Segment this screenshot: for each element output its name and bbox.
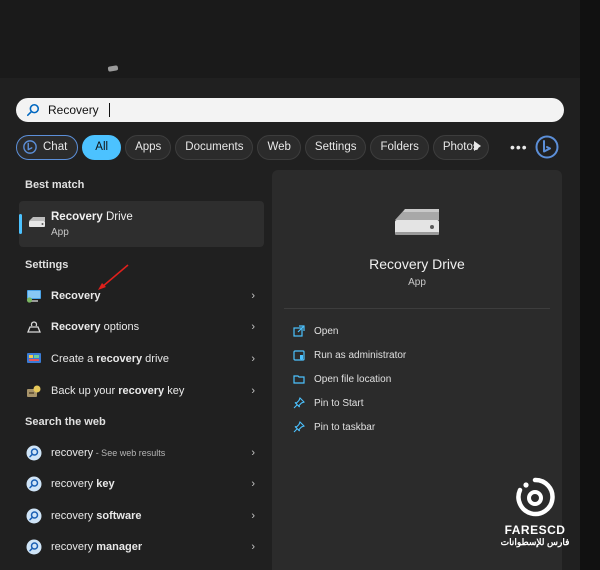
chevron-right-icon: › [251, 321, 255, 333]
chat-filter-button[interactable]: Chat [16, 134, 79, 160]
all-filter-button[interactable]: All [82, 134, 122, 160]
bing-icon[interactable] [535, 135, 559, 159]
chevron-right-icon: › [251, 447, 255, 459]
web-search-icon [25, 538, 43, 556]
screen-edge [580, 0, 600, 570]
more-options-icon[interactable]: ••• [510, 139, 528, 155]
open-icon [292, 324, 306, 338]
control-panel-icon [25, 350, 43, 368]
web-result-label: recovery manager [51, 541, 143, 553]
settings-item-label: Recovery [51, 290, 101, 302]
search-box[interactable] [16, 98, 564, 122]
folders-filter-button[interactable]: Folders [370, 134, 429, 160]
search-icon [26, 103, 40, 117]
drive-icon [29, 217, 45, 227]
chevron-right-icon: › [251, 385, 255, 397]
annotation-arrow-icon [98, 264, 129, 290]
documents-filter-label: Documents [185, 141, 244, 153]
action-label: Open [314, 325, 339, 337]
chevron-right-icon: › [251, 541, 255, 553]
recovery-options-icon [25, 318, 43, 336]
key-icon [25, 382, 43, 400]
action-label: Run as administrator [314, 349, 407, 361]
folders-filter-label: Folders [380, 141, 419, 153]
divider [284, 308, 550, 309]
folder-icon [292, 372, 306, 386]
documents-filter-button[interactable]: Documents [175, 134, 254, 160]
web-filter-label: Web [267, 141, 291, 153]
pin-icon [292, 396, 306, 410]
action-run-as-admin[interactable]: Run as administrator [292, 346, 406, 364]
action-open[interactable]: Open [292, 322, 338, 340]
settings-item-label: Create a recovery drive [51, 353, 170, 365]
all-filter-label: All [95, 141, 109, 153]
settings-heading: Settings [25, 259, 69, 271]
web-result-label: recovery - See web results [51, 447, 166, 459]
action-label: Open file location [314, 373, 392, 385]
best-match-title: Recovery Drive [51, 211, 133, 223]
web-result-label: recovery key [51, 478, 115, 490]
text-caret [109, 103, 110, 117]
watermark-arabic: فارس للإسطوانات [500, 537, 570, 547]
best-match-subtitle: App [51, 227, 69, 238]
detail-title: Recovery Drive [369, 256, 465, 272]
web-search-icon [25, 475, 43, 493]
action-open-file-location[interactable]: Open file location [292, 370, 391, 388]
watermark: FARESCD فارس للإسطوانات [495, 476, 575, 552]
web-result-recovery-manager[interactable]: recovery manager › [25, 534, 255, 560]
apps-filter-button[interactable]: Apps [125, 134, 172, 160]
search-input[interactable] [48, 100, 528, 120]
action-pin-to-start[interactable]: Pin to Start [292, 394, 363, 412]
web-result-recovery-software[interactable]: recovery software › [25, 503, 255, 529]
detail-subtitle: App [408, 277, 426, 288]
web-search-icon [25, 507, 43, 525]
settings-item-label: Recovery options [51, 321, 140, 333]
action-label: Pin to taskbar [314, 421, 376, 433]
search-web-heading: Search the web [25, 416, 106, 428]
settings-item-recovery-options[interactable]: Recovery options › [25, 314, 255, 340]
farescd-logo-icon [516, 477, 555, 517]
settings-item-create-recovery-drive[interactable]: Create a recovery drive › [25, 346, 255, 372]
settings-filter-label: Settings [314, 141, 357, 153]
web-result-recovery[interactable]: recovery - See web results › [25, 440, 255, 466]
chevron-right-icon: › [251, 290, 255, 302]
settings-item-backup-recovery-key[interactable]: Back up your recovery key › [25, 378, 255, 404]
pin-icon [292, 420, 306, 434]
web-filter-button[interactable]: Web [257, 134, 301, 160]
monitor-icon [25, 287, 43, 305]
more-filters-play-icon[interactable] [474, 141, 481, 151]
chat-filter-label: Chat [43, 141, 68, 153]
apps-filter-label: Apps [135, 141, 162, 153]
chevron-right-icon: › [251, 353, 255, 365]
settings-item-label: Back up your recovery key [51, 385, 185, 397]
chevron-right-icon: › [251, 478, 255, 490]
settings-filter-button[interactable]: Settings [304, 134, 367, 160]
action-label: Pin to Start [314, 397, 364, 409]
settings-item-recovery[interactable]: Recovery › [25, 283, 255, 309]
bing-chat-icon [23, 140, 37, 154]
web-result-label: recovery software [51, 510, 142, 522]
chevron-right-icon: › [251, 510, 255, 522]
action-pin-to-taskbar[interactable]: Pin to taskbar [292, 418, 375, 436]
web-search-icon [25, 444, 43, 462]
best-match-heading: Best match [25, 179, 85, 191]
web-result-recovery-key[interactable]: recovery key › [25, 471, 255, 497]
best-match-result[interactable]: Recovery Drive App [19, 201, 264, 247]
filter-bar: Chat All Apps Documents Web Settings Fol… [16, 134, 493, 160]
drive-icon [395, 209, 439, 235]
shield-icon [292, 348, 306, 362]
desktop-background [0, 0, 600, 78]
selection-indicator [19, 214, 22, 234]
watermark-brand: FARESCD [504, 523, 566, 537]
